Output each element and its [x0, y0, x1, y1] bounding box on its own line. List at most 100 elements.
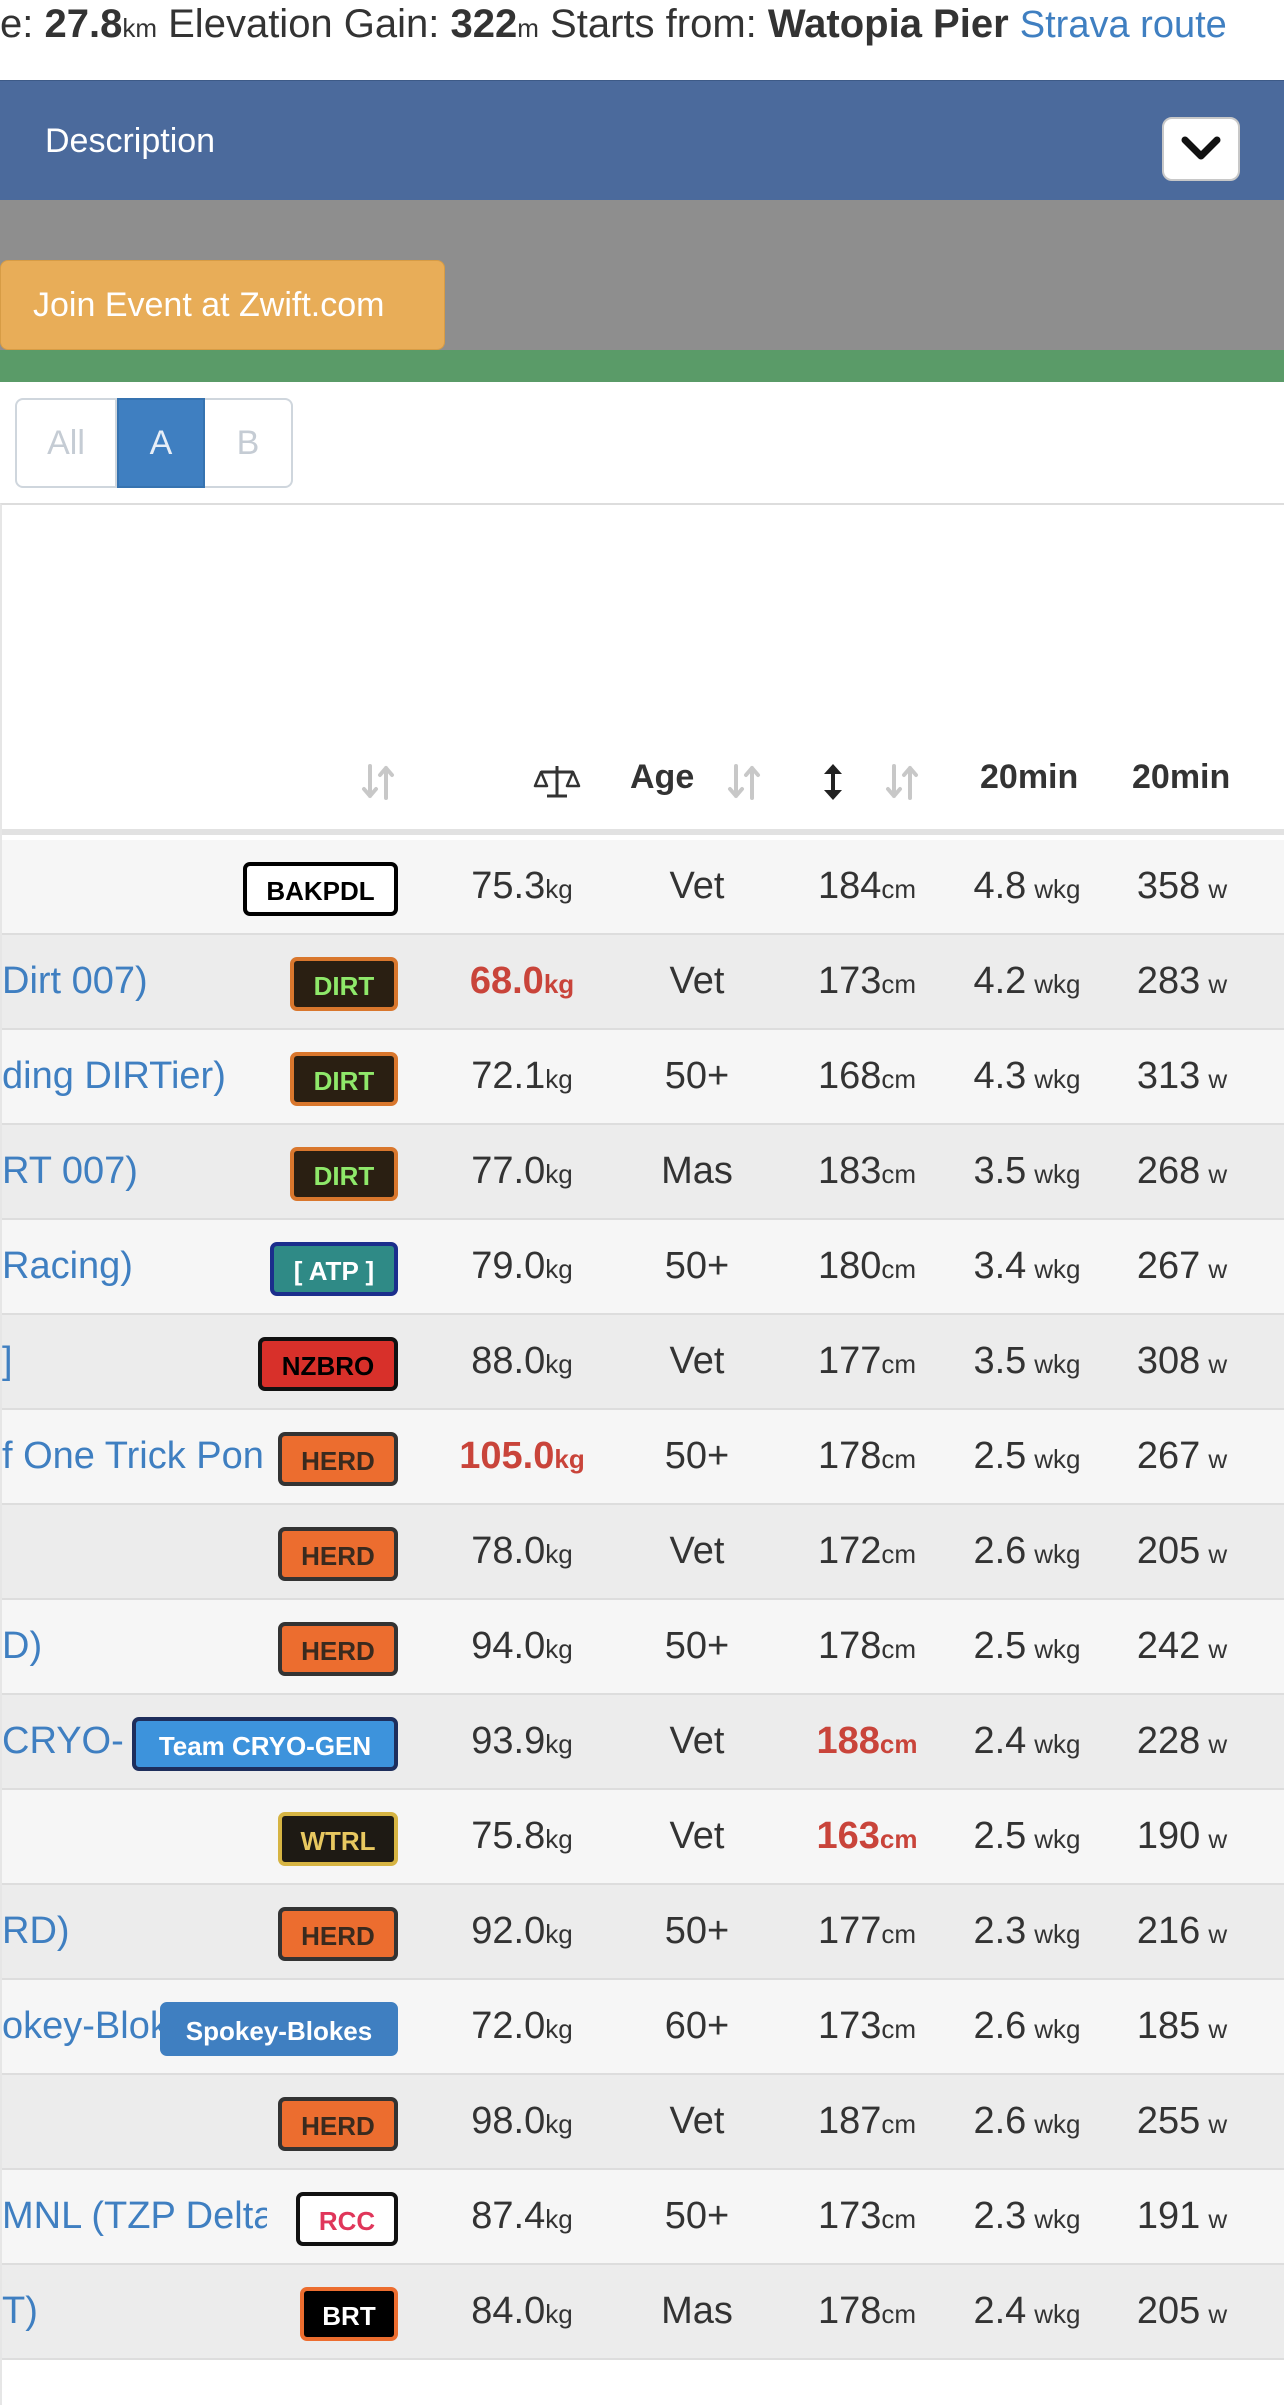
height-cell: 178cm	[792, 1600, 942, 1693]
description-toggle-button[interactable]	[1162, 117, 1240, 181]
rider-name-link[interactable]: RD)	[2, 1885, 267, 1978]
weight-cell: 94.0kg	[442, 1600, 602, 1693]
team-badge[interactable]: BAKPDL	[243, 862, 398, 916]
vertical-arrows-icon[interactable]	[820, 762, 846, 802]
rider-name-link[interactable]: Racing)	[2, 1220, 267, 1313]
height-cell-unit: cm	[881, 1349, 917, 1379]
team-badge[interactable]: Team CRYO-GEN	[132, 1717, 398, 1771]
rider-name-link[interactable]: f One Trick Pon	[2, 1410, 267, 1503]
table-row[interactable]: MNL (TZP Delta RCC 87.4kg 50+ 173cm 2.3 wkg 191…	[2, 2170, 1284, 2265]
rider-name-link[interactable]: T)	[2, 2265, 267, 2358]
table-row[interactable]: HERD 98.0kg Vet 187cm 2.6 wkg 255 w	[2, 2075, 1284, 2170]
wkg-cell: 3.5 wkg	[957, 1315, 1097, 1408]
rider-name-link[interactable]	[2, 1790, 267, 1883]
category-all-button[interactable]: All	[15, 398, 117, 488]
wkg-cell-unit: wkg	[1034, 1444, 1081, 1474]
team-badge[interactable]: DIRT	[290, 957, 398, 1011]
wkg-cell: 2.5 wkg	[957, 1410, 1097, 1503]
weight-cell-unit: kg	[545, 1919, 573, 1949]
sort-height-icon[interactable]	[882, 762, 922, 802]
rider-name-link[interactable]	[2, 840, 267, 933]
team-badge[interactable]: HERD	[278, 1907, 398, 1961]
watts-cell-unit: w	[1208, 2204, 1228, 2234]
table-row[interactable]: Dirt 007) DIRT 68.0kg Vet 173cm 4.2 wkg 283 w	[2, 935, 1284, 1030]
scale-icon[interactable]	[533, 762, 581, 802]
watts-cell: 216 w	[1107, 1885, 1257, 1978]
rider-name-link[interactable]: Dirt 007)	[2, 935, 267, 1028]
height-cell: 178cm	[792, 2265, 942, 2358]
team-badge[interactable]: DIRT	[290, 1052, 398, 1106]
watts-cell: 255 w	[1107, 2075, 1257, 2168]
table-row[interactable]: HERD 78.0kg Vet 172cm 2.6 wkg 205 w	[2, 1505, 1284, 1600]
table-row[interactable]: T) BRT 84.0kg Mas 178cm 2.4 wkg 205 w	[2, 2265, 1284, 2360]
age-cell-value: 50+	[664, 1910, 730, 1952]
team-badge[interactable]: RCC	[296, 2192, 398, 2246]
table-row[interactable]: ] NZBRO 88.0kg Vet 177cm 3.5 wkg 308 w	[2, 1315, 1284, 1410]
rider-name-link[interactable]: MNL (TZP Delta	[2, 2170, 267, 2263]
rider-name-link[interactable]: D)	[2, 1600, 267, 1693]
wkg-cell: 2.6 wkg	[957, 1505, 1097, 1598]
age-cell-value: Vet	[669, 1720, 725, 1762]
rider-name-link[interactable]: RT 007)	[2, 1125, 267, 1218]
weight-cell-unit: kg	[545, 1634, 573, 1664]
age-cell: 50+	[627, 2170, 767, 2263]
wkg-column-header[interactable]: 20min	[980, 725, 1078, 829]
team-badge[interactable]: HERD	[278, 1527, 398, 1581]
age-column-header[interactable]: Age	[630, 725, 694, 829]
category-filter: All A B	[15, 398, 293, 488]
watts-cell-value: 205	[1136, 2290, 1201, 2332]
category-a-button[interactable]: A	[117, 398, 205, 488]
table-row[interactable]: RD) HERD 92.0kg 50+ 177cm 2.3 wkg 216 w	[2, 1885, 1284, 1980]
team-badge[interactable]: DIRT	[290, 1147, 398, 1201]
table-row[interactable]: WTRL 75.8kg Vet 163cm 2.5 wkg 190 w	[2, 1790, 1284, 1885]
team-badge[interactable]: Spokey-Blokes	[160, 2002, 398, 2056]
table-row[interactable]: Racing)[ ATP ] 79.0kg 50+ 180cm 3.4 wkg 267 w	[2, 1220, 1284, 1315]
watts-cell-unit: w	[1208, 1349, 1228, 1379]
strava-route-link[interactable]: Strava route	[1020, 4, 1227, 46]
watts-cell-unit: w	[1208, 1729, 1228, 1759]
join-event-button[interactable]: Join Event at Zwift.com	[0, 260, 445, 350]
weight-cell-unit: kg	[545, 1254, 573, 1284]
rider-name-link[interactable]	[2, 2075, 267, 2168]
age-cell: 50+	[627, 1030, 767, 1123]
age-cell: Vet	[627, 1695, 767, 1788]
rider-name-link[interactable]: ]	[2, 1315, 267, 1408]
table-row[interactable]: f One Trick Pon HERD 105.0kg 50+ 178cm 2.5 wkg…	[2, 1410, 1284, 1505]
age-cell-value: Vet	[669, 960, 725, 1002]
wkg-cell-value: 3.5	[973, 1150, 1027, 1192]
table-row[interactable]: okey-Blok Spokey-Blokes 72.0kg 60+ 173cm 2.6 w…	[2, 1980, 1284, 2075]
height-cell-unit: cm	[881, 1254, 917, 1284]
rider-name-link[interactable]: ding DIRTier)	[2, 1030, 267, 1123]
table-row[interactable]: CRYO- Team CRYO-GEN 93.9kg Vet 188cm 2.4 wkg 22…	[2, 1695, 1284, 1790]
sort-team-icon[interactable]	[358, 762, 398, 802]
team-badge[interactable]: HERD	[278, 1622, 398, 1676]
table-row[interactable]: RT 007) DIRT 77.0kg Mas 183cm 3.5 wkg 268 w	[2, 1125, 1284, 1220]
height-cell-value: 178	[817, 1625, 882, 1667]
table-row[interactable]: D) HERD 94.0kg 50+ 178cm 2.5 wkg 242 w	[2, 1600, 1284, 1695]
wkg-cell-value: 4.3	[973, 1055, 1027, 1097]
weight-cell-unit: kg	[545, 1729, 573, 1759]
table-row[interactable]: ding DIRTier) DIRT 72.1kg 50+ 168cm 4.3 wkg 313…	[2, 1030, 1284, 1125]
start-label: Starts from:	[538, 2, 768, 46]
height-cell-value: 172	[817, 1530, 882, 1572]
watts-column-header[interactable]: 20min	[1132, 725, 1230, 829]
team-badge[interactable]: BRT	[300, 2287, 398, 2341]
rider-name-link[interactable]	[2, 1505, 267, 1598]
wkg-cell: 2.3 wkg	[957, 2170, 1097, 2263]
height-cell-unit: cm	[881, 1539, 917, 1569]
height-cell: 178cm	[792, 1410, 942, 1503]
table-header: Age 20min 20min	[2, 725, 1284, 835]
weight-cell-unit: kg	[545, 1824, 573, 1854]
sort-age-icon[interactable]	[724, 762, 764, 802]
height-cell: 173cm	[792, 935, 942, 1028]
team-badge[interactable]: HERD	[278, 2097, 398, 2151]
team-badge[interactable]: HERD	[278, 1432, 398, 1486]
team-badge[interactable]: WTRL	[278, 1812, 398, 1866]
table-row[interactable]: BAKPDL 75.3kg Vet 184cm 4.8 wkg 358 w	[2, 840, 1284, 935]
height-cell: 168cm	[792, 1030, 942, 1123]
description-panel[interactable]: Description	[0, 80, 1284, 200]
team-badge[interactable]: [ ATP ]	[270, 1242, 398, 1296]
team-badge[interactable]: NZBRO	[258, 1337, 398, 1391]
height-cell-unit: cm	[881, 1634, 917, 1664]
category-b-button[interactable]: B	[205, 398, 293, 488]
